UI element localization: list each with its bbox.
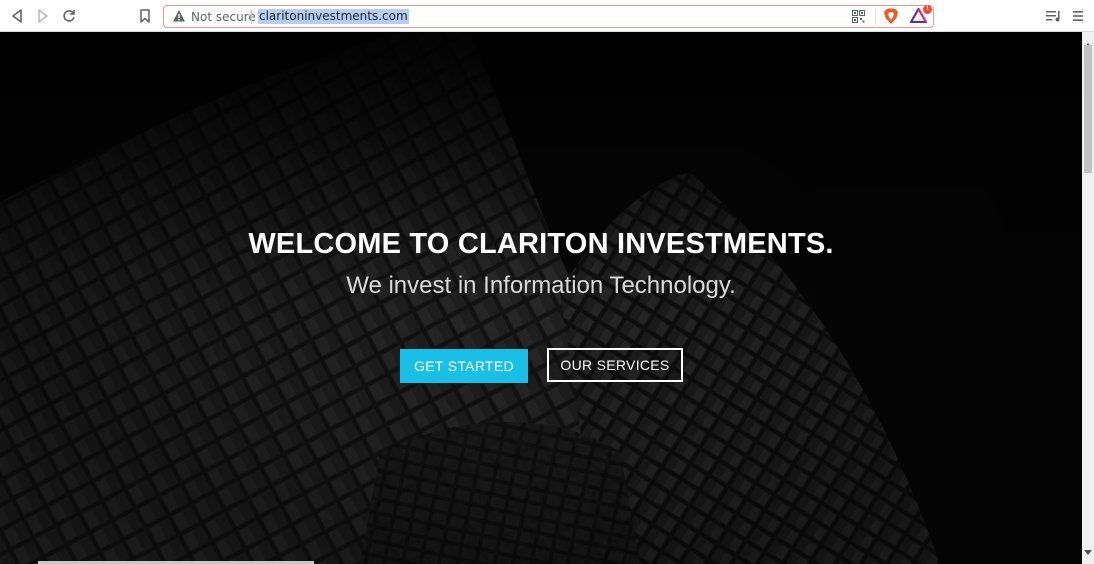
browser-toolbar: Not secure claritoninvestments.com 1 (0, 0, 1094, 32)
reload-icon[interactable] (59, 6, 79, 26)
url-text[interactable]: claritoninvestments.com (258, 9, 409, 24)
playlist-icon[interactable] (1043, 6, 1063, 26)
menu-icon[interactable] (1068, 6, 1088, 26)
rewards-badge: 1 (923, 5, 932, 14)
address-separator (251, 10, 252, 24)
our-services-button[interactable]: OUR SERVICES (547, 348, 683, 382)
warning-icon[interactable] (172, 9, 186, 28)
scroll-thumb[interactable] (1084, 45, 1092, 173)
brave-rewards-icon[interactable]: 1 (909, 5, 932, 28)
forward-arrow-icon[interactable] (33, 6, 53, 26)
scroll-down-icon[interactable] (1084, 543, 1092, 561)
get-started-button[interactable]: GET STARTED (400, 349, 528, 383)
vertical-scrollbar[interactable] (1082, 32, 1094, 564)
security-label[interactable]: Not secure (191, 10, 256, 24)
address-bar[interactable]: Not secure claritoninvestments.com 1 (163, 5, 934, 28)
address-divider (875, 9, 876, 25)
hero-section: WELCOME TO CLARITON INVESTMENTS. We inve… (0, 32, 1082, 564)
bookmark-icon[interactable] (135, 6, 155, 26)
qr-code-icon[interactable] (852, 10, 865, 28)
brave-shields-icon[interactable] (883, 8, 899, 30)
hero-subheadline: We invest in Information Technology. (346, 272, 736, 299)
back-arrow-icon[interactable] (7, 6, 27, 26)
hero-headline: WELCOME TO CLARITON INVESTMENTS. (248, 228, 834, 260)
